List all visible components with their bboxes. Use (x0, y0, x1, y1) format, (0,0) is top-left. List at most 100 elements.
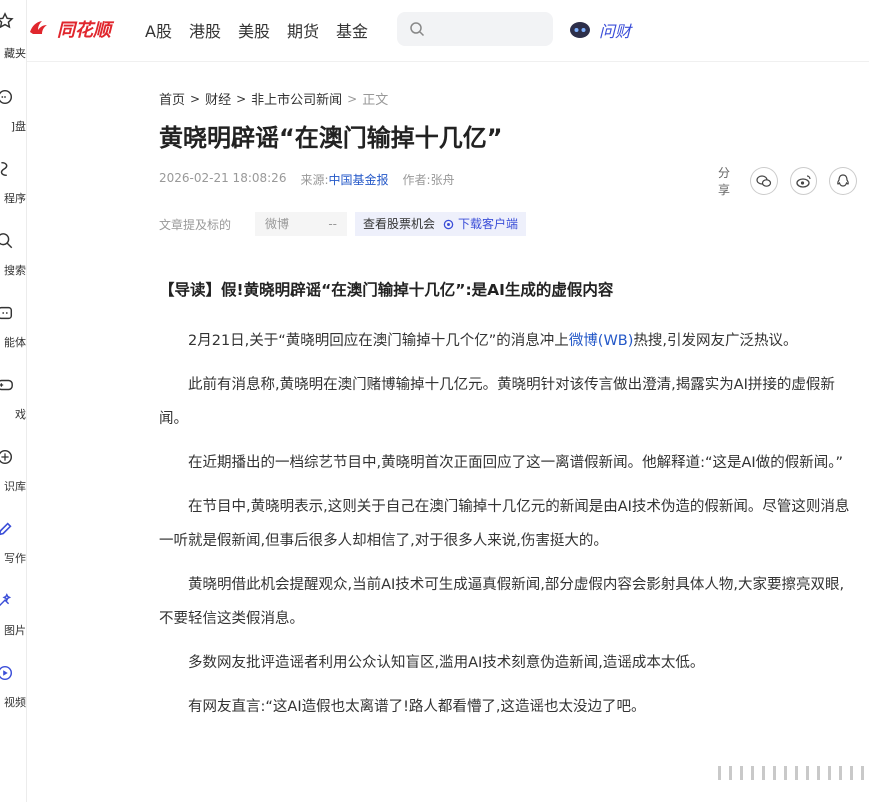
sidebar-item-writing[interactable]: 写作 (0, 520, 26, 580)
breadcrumb: 首页 > 财经 > 非上市公司新闻 > 正文 (159, 89, 389, 109)
sidebar-item-images[interactable]: 图片 (0, 592, 26, 652)
stock-value: -- (328, 217, 338, 231)
sidebar-item-games[interactable]: 戏 (0, 376, 26, 436)
breadcrumb-home[interactable]: 首页 (159, 89, 185, 108)
top-navigation: 同花顺 A股 港股 美股 期货 基金 问财 (27, 0, 869, 62)
article-source: 来源:中国基金报 (300, 171, 388, 188)
bar-tick (762, 766, 765, 780)
p1-after: 热搜,引发网友广泛热议。 (633, 333, 798, 349)
breadcrumb-finance[interactable]: 财经 (205, 89, 231, 108)
article-date: 2026-02-21 18:08:26 (159, 171, 287, 185)
image-sparkle-icon (0, 593, 12, 607)
bar-tick (773, 766, 776, 780)
bar-tick (806, 766, 809, 780)
sidebar-item-knowledge[interactable]: 识库 (0, 448, 26, 508)
pen-icon (0, 522, 12, 536)
sidebar-item-search[interactable]: 搜索 (0, 232, 26, 292)
article-title: 黄晓明辟谣“在澳门输掉十几亿” (159, 124, 503, 152)
sidebar-item-label: ]盘 (10, 120, 26, 133)
author-name: 张舟 (430, 173, 455, 187)
robot-icon (0, 306, 13, 320)
article-lead: 【导读】假!黄晓明辟谣“在澳门输掉十几亿”:是AI生成的虚假内容 (159, 281, 614, 299)
article-paragraph: 在节目中,黄晓明表示,这则关于自己在澳门输掉十几亿元的新闻是由AI技术伪造的假新… (159, 499, 850, 549)
chevron-right-icon: > (347, 91, 358, 106)
article-body: 【导读】假!黄晓明辟谣“在澳门输掉十几亿”:是AI生成的虚假内容 2月21日,关… (159, 274, 855, 734)
sidebar-item-label: 能体 (4, 336, 26, 349)
article-paragraph: 黄晓明借此机会提醒观众,当前AI技术可生成逼真假新闻,部分虚假内容会影射具体人物… (159, 577, 845, 627)
source-label: 来源: (300, 173, 329, 187)
star-icon (0, 12, 14, 29)
chevron-right-icon: > (190, 91, 201, 106)
bar-tick (795, 766, 798, 780)
article-paragraph: 此前有消息称,黄晓明在澳门赌博输掉十几亿元。黄晓明针对该传言做出澄清,揭露实为A… (159, 377, 835, 427)
nav-us-shares[interactable]: 美股 (238, 18, 270, 42)
bar-tick (718, 766, 721, 780)
logo-text: 同花顺 (57, 20, 111, 41)
weibo-icon (795, 175, 811, 188)
bar-tick (784, 766, 787, 780)
wencai-button[interactable]: 问财 (569, 18, 631, 42)
left-sidebar: 藏夹 ]盘 程序 搜索 能体 戏 识库 写作 图片 视频 (0, 0, 27, 802)
bar-tick (861, 766, 864, 780)
chat-icon (0, 89, 13, 105)
nav-a-shares[interactable]: A股 (145, 18, 172, 42)
side-toolbar-handle[interactable] (718, 766, 869, 780)
sidebar-item-label: 写作 (4, 552, 26, 565)
market-nav: A股 港股 美股 期货 基金 (145, 18, 385, 42)
wencai-bot-icon (570, 22, 590, 38)
sidebar-item-programs[interactable]: 程序 (0, 160, 26, 220)
sidebar-item-label: 视频 (4, 696, 26, 709)
stocks-label: 文章提及标的 (159, 217, 232, 232)
sidebar-item-disk[interactable]: ]盘 (0, 88, 26, 148)
sidebar-item-agents[interactable]: 能体 (0, 304, 26, 364)
logo[interactable]: 同花顺 (27, 16, 111, 42)
chevron-right-icon: > (236, 91, 247, 106)
author-label: 作者: (402, 173, 431, 187)
mentioned-stocks: 文章提及标的 微博 -- 查看股票机会 下载客户端 (159, 212, 527, 236)
search-input[interactable] (433, 19, 543, 39)
sidebar-item-label: 识库 (4, 480, 26, 493)
download-label: 下载客户端 (458, 217, 519, 231)
search-icon (0, 233, 13, 249)
nav-hk-shares[interactable]: 港股 (189, 18, 221, 42)
stock-opportunity-button[interactable]: 查看股票机会 下载客户端 (355, 212, 527, 236)
share-weibo-button[interactable] (789, 167, 818, 195)
video-icon (0, 665, 13, 681)
opportunity-label: 查看股票机会 (363, 217, 436, 231)
stock-chip[interactable]: 微博 -- (255, 212, 348, 236)
nav-futures[interactable]: 期货 (287, 18, 319, 42)
source-link[interactable]: 中国基金报 (329, 173, 389, 187)
sidebar-item-label: 戏 (15, 408, 26, 421)
article-paragraph: 有网友直言:“这AI造假也太离谱了!路人都看懵了,这造谣也太没边了吧。 (188, 699, 646, 715)
share-bar: 分享 (718, 164, 869, 198)
gamepad-icon (0, 379, 13, 391)
bar-tick (729, 766, 732, 780)
logo-mark-icon (30, 21, 47, 34)
bar-tick (828, 766, 831, 780)
article-paragraph: 2月21日,关于“黄晓明回应在澳门输掉十几个亿”的消息冲上微博(WB)热搜,引发… (159, 324, 855, 358)
search-box[interactable] (397, 12, 553, 46)
qq-icon (837, 174, 850, 187)
bar-tick (740, 766, 743, 780)
download-client-link[interactable]: 下载客户端 (443, 212, 518, 236)
article-meta: 2026-02-21 18:08:26 来源:中国基金报 作者:张舟 (159, 171, 469, 188)
bar-tick (839, 766, 842, 780)
share-wechat-button[interactable] (749, 167, 778, 195)
nav-funds[interactable]: 基金 (336, 18, 368, 42)
bolt-icon (0, 161, 8, 177)
article-author: 作者:张舟 (403, 171, 455, 188)
breadcrumb-current: 正文 (362, 93, 389, 108)
sidebar-item-label: 搜索 (4, 264, 26, 277)
sidebar-item-video[interactable]: 视频 (0, 664, 26, 724)
share-label: 分享 (718, 166, 731, 197)
share-qq-button[interactable] (829, 167, 857, 195)
search-icon (410, 22, 425, 37)
target-icon (443, 219, 454, 229)
sidebar-item-label: 图片 (4, 624, 26, 637)
bar-tick (817, 766, 820, 780)
sidebar-item-favorites[interactable]: 藏夹 (0, 12, 26, 72)
breadcrumb-company-news[interactable]: 非上市公司新闻 (251, 89, 342, 108)
p1-before: 2月21日,关于“黄晓明回应在澳门输掉十几个亿”的消息冲上 (188, 333, 569, 349)
stock-name: 微博 (265, 217, 290, 231)
weibo-stock-link[interactable]: 微博(WB) (569, 333, 634, 349)
